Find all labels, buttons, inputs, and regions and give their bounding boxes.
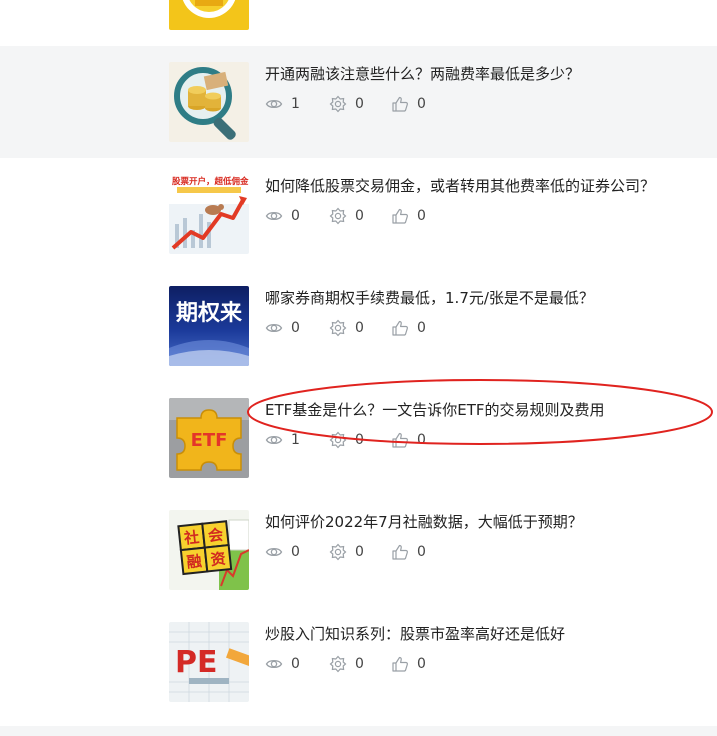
eye-icon — [265, 435, 283, 445]
article-stats: 0 0 0 — [265, 654, 455, 674]
options-banner-image[interactable]: 期权来 — [169, 286, 249, 366]
like-count[interactable]: 0 — [391, 543, 455, 561]
previous-article-partial[interactable] — [0, 0, 717, 46]
share-icon — [329, 319, 347, 337]
view-count: 0 — [265, 543, 329, 561]
pe-ratio-image[interactable]: PE — [169, 622, 249, 702]
share-count[interactable]: 0 — [329, 207, 391, 225]
view-count-value: 0 — [291, 544, 300, 560]
share-icon — [329, 543, 347, 561]
article-stats: 1 0 0 — [265, 94, 455, 114]
article-stats: 0 0 0 — [265, 206, 455, 226]
article-list-item[interactable]: 开通两融该注意些什么？两融费率最低是多少？ 1 0 0 — [0, 46, 717, 158]
svg-text:社: 社 — [182, 528, 200, 548]
svg-text:股票开户，超低佣金: 股票开户，超低佣金 — [172, 176, 249, 187]
svg-text:资: 资 — [210, 550, 227, 569]
svg-text:ETF: ETF — [191, 430, 228, 451]
view-count: 1 — [265, 431, 329, 449]
article-stats: 1 0 0 — [265, 430, 455, 450]
svg-text:会: 会 — [207, 526, 224, 545]
svg-text:期权来: 期权来 — [176, 300, 243, 326]
share-icon — [329, 207, 347, 225]
eye-icon — [265, 99, 283, 109]
share-count[interactable]: 0 — [329, 655, 391, 673]
like-count[interactable]: 0 — [391, 431, 455, 449]
share-count-value: 0 — [355, 208, 364, 224]
eye-icon — [265, 323, 283, 333]
article-list-item[interactable]: ETF ETF基金是什么？一文告诉你ETF的交易规则及费用 1 0 0 — [0, 382, 717, 494]
etf-puzzle-image[interactable]: ETF — [169, 398, 249, 478]
article-list-item[interactable]: 股票开户，超低佣金 如何降低股票交易佣金，或者转用其他费率低的证券公司？ 0 0… — [0, 158, 717, 270]
view-count-value: 1 — [291, 96, 300, 112]
view-count-value: 0 — [291, 320, 300, 336]
svg-text:PE: PE — [175, 645, 217, 680]
view-count: 0 — [265, 655, 329, 673]
next-section-strip — [0, 726, 717, 736]
like-count-value: 0 — [417, 432, 426, 448]
share-count-value: 0 — [355, 544, 364, 560]
thumbs-up-icon — [392, 320, 408, 336]
like-count[interactable]: 0 — [391, 655, 455, 673]
social-finance-blocks-image[interactable]: 社 会 融 资 — [169, 510, 249, 590]
article-title[interactable]: 哪家券商期权手续费最低，1.7元/张是不是最低？ — [265, 288, 594, 308]
eye-icon — [265, 547, 283, 557]
article-title[interactable]: 开通两融该注意些什么？两融费率最低是多少？ — [265, 64, 580, 84]
article-list-item[interactable]: 期权来 哪家券商期权手续费最低，1.7元/张是不是最低？ 0 0 0 — [0, 270, 717, 382]
like-count-value: 0 — [417, 544, 426, 560]
article-title[interactable]: 如何评价2022年7月社融数据，大幅低于预期？ — [265, 512, 583, 532]
share-count[interactable]: 0 — [329, 543, 391, 561]
article-list-item[interactable]: PE 炒股入门知识系列：股票市盈率高好还是低好 0 0 0 — [0, 606, 717, 718]
share-count-value: 0 — [355, 656, 364, 672]
view-count-value: 0 — [291, 656, 300, 672]
eye-icon — [265, 659, 283, 669]
like-count[interactable]: 0 — [391, 95, 455, 113]
share-icon — [329, 95, 347, 113]
view-count: 0 — [265, 207, 329, 225]
view-count: 0 — [265, 319, 329, 337]
thumbs-up-icon — [392, 96, 408, 112]
share-count-value: 0 — [355, 96, 364, 112]
like-count[interactable]: 0 — [391, 319, 455, 337]
article-title[interactable]: 如何降低股票交易佣金，或者转用其他费率低的证券公司？ — [265, 176, 655, 196]
article-stats: 0 0 0 — [265, 542, 455, 562]
view-count-value: 1 — [291, 432, 300, 448]
thumbs-up-icon — [392, 208, 408, 224]
eye-icon — [265, 211, 283, 221]
share-icon — [329, 431, 347, 449]
coins-magnifier-image[interactable] — [169, 62, 249, 142]
view-count: 1 — [265, 95, 329, 113]
article-title[interactable]: ETF基金是什么？一文告诉你ETF的交易规则及费用 — [265, 400, 605, 420]
article-stats: 0 0 0 — [265, 318, 455, 338]
thumbs-up-icon — [392, 656, 408, 672]
thumbs-up-icon — [392, 432, 408, 448]
article-title[interactable]: 炒股入门知识系列：股票市盈率高好还是低好 — [265, 624, 565, 644]
thumbs-up-icon — [392, 544, 408, 560]
like-count-value: 0 — [417, 320, 426, 336]
share-count[interactable]: 0 — [329, 431, 391, 449]
share-count-value: 0 — [355, 320, 364, 336]
share-count[interactable]: 0 — [329, 319, 391, 337]
like-count-value: 0 — [417, 208, 426, 224]
share-icon — [329, 655, 347, 673]
share-count-value: 0 — [355, 432, 364, 448]
like-count-value: 0 — [417, 656, 426, 672]
view-count-value: 0 — [291, 208, 300, 224]
stock-chart-arrow-image[interactable]: 股票开户，超低佣金 — [169, 174, 249, 254]
svg-text:融: 融 — [186, 552, 203, 571]
article-list-item[interactable]: 社 会 融 资 如何评价2022年7月社融数据，大幅低于预期？ 0 0 0 — [0, 494, 717, 606]
like-count[interactable]: 0 — [391, 207, 455, 225]
previous-article-thumbnail[interactable] — [169, 0, 249, 30]
like-count-value: 0 — [417, 96, 426, 112]
share-count[interactable]: 0 — [329, 95, 391, 113]
